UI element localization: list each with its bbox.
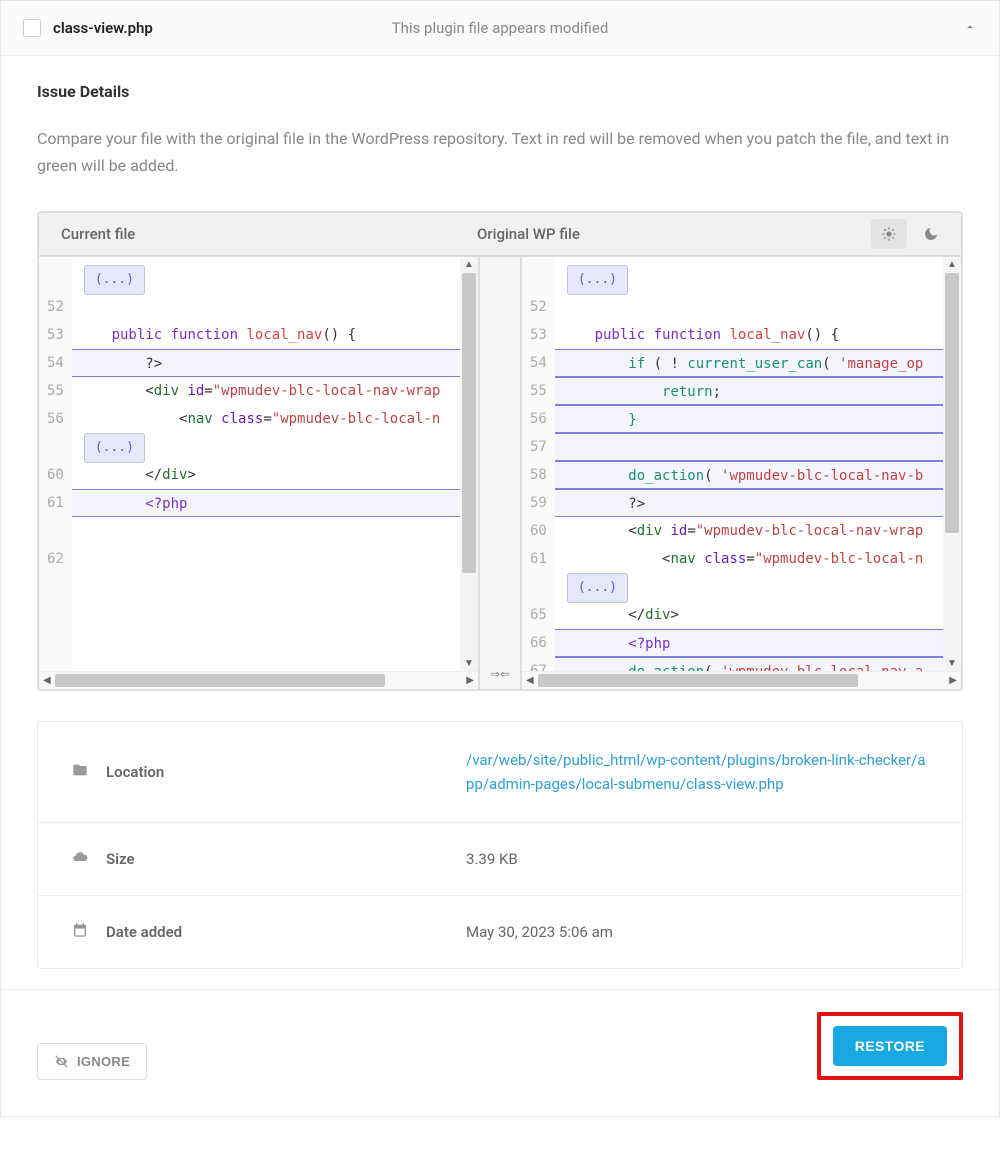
folder-icon: [72, 762, 88, 782]
code-line: if ( ! current_user_can( 'manage_op: [555, 349, 943, 377]
code-left[interactable]: (...) public function local_nav() { ?> <…: [72, 257, 460, 671]
restore-button[interactable]: RESTORE: [833, 1026, 947, 1066]
vscroll-left[interactable]: ▲ ▼: [460, 257, 478, 671]
diff-header: Current file Original WP file: [39, 213, 961, 257]
code-line: public function local_nav() {: [72, 321, 460, 349]
code-line: }: [555, 405, 943, 433]
code-fold[interactable]: (...): [84, 433, 145, 463]
code-line: (...): [555, 265, 943, 293]
code-line: ?>: [72, 349, 460, 377]
code-line: </div>: [72, 461, 460, 489]
meta-date-row: Date added May 30, 2023 5:06 am: [38, 896, 962, 968]
diff-right-label: Original WP file: [455, 225, 871, 243]
code-line: [72, 517, 460, 545]
code-line: public function local_nav() {: [555, 321, 943, 349]
code-line: <div id="wpmudev-blc-local-nav-wrap: [72, 377, 460, 405]
select-checkbox[interactable]: [23, 19, 41, 37]
code-right[interactable]: (...) public function local_nav() { if (…: [555, 257, 943, 671]
code-line: return;: [555, 377, 943, 405]
card-header[interactable]: class-view.php This plugin file appears …: [1, 1, 999, 56]
card-footer: IGNORE RESTORE: [1, 989, 999, 1116]
code-line: [555, 433, 943, 461]
code-line: </div>: [555, 601, 943, 629]
code-line: (...): [72, 265, 460, 293]
issue-card: class-view.php This plugin file appears …: [0, 0, 1000, 1117]
meta-date-label: Date added: [106, 923, 466, 941]
code-line: (...): [72, 433, 460, 461]
calendar-icon: [72, 922, 88, 942]
ignore-label: IGNORE: [77, 1054, 130, 1069]
code-line: <?php: [555, 629, 943, 657]
vscroll-right[interactable]: ▲ ▼: [943, 257, 961, 671]
meta-location-row: Location /var/web/site/public_html/wp-co…: [38, 722, 962, 823]
diff-viewer: Current file Original WP file 5253: [37, 211, 963, 691]
code-fold[interactable]: (...): [84, 265, 145, 295]
ignore-button[interactable]: IGNORE: [37, 1043, 147, 1080]
diff-left-pane: 5253545556606162 (...) public function l…: [39, 257, 480, 689]
hscroll-left[interactable]: ◀ ▶: [39, 671, 478, 689]
line-numbers-right: 5253545556575859606165666768: [522, 257, 555, 671]
code-line: <div id="wpmudev-blc-local-nav-wrap: [555, 517, 943, 545]
code-fold[interactable]: (...): [567, 573, 628, 603]
code-line: [555, 293, 943, 321]
collapse-toggle[interactable]: [963, 19, 977, 38]
code-fold[interactable]: (...): [567, 265, 628, 295]
code-line: <nav class="wpmudev-blc-local-n: [72, 405, 460, 433]
diff-right-pane: 5253545556575859606165666768 (...) publi…: [522, 257, 961, 689]
code-line: [72, 545, 460, 573]
sun-icon: [881, 226, 897, 242]
cloud-icon: [72, 849, 88, 869]
filename: class-view.php: [53, 19, 153, 37]
code-line: ?>: [555, 489, 943, 517]
restore-highlight: RESTORE: [817, 1012, 963, 1080]
issue-description: Compare your file with the original file…: [37, 125, 963, 179]
diff-gutter: ⇒⇐: [480, 257, 522, 689]
header-message: This plugin file appears modified: [392, 19, 609, 37]
diff-left-label: Current file: [39, 225, 455, 243]
hscroll-right[interactable]: ◀ ▶: [522, 671, 961, 689]
light-theme-toggle[interactable]: [871, 219, 907, 249]
code-line: <nav class="wpmudev-blc-local-n: [555, 545, 943, 573]
code-line: (...): [555, 573, 943, 601]
meta-date-value: May 30, 2023 5:06 am: [466, 923, 928, 941]
code-line: do_action( 'wpmudev-blc-local-nav-b: [555, 461, 943, 489]
line-numbers-left: 5253545556606162: [39, 257, 72, 671]
meta-size-label: Size: [106, 850, 466, 868]
issue-title: Issue Details: [37, 82, 963, 101]
code-line: [72, 293, 460, 321]
moon-icon: [923, 226, 939, 242]
eye-off-icon: [54, 1054, 69, 1069]
meta-location-link[interactable]: /var/web/site/public_html/wp-content/plu…: [466, 751, 925, 793]
chevron-up-icon: [963, 20, 977, 34]
code-line: do_action( 'wpmudev-blc-local-nav-a: [555, 657, 943, 671]
meta-location-label: Location: [106, 763, 466, 781]
code-line: <?php: [72, 489, 460, 517]
meta-size-value: 3.39 KB: [466, 850, 928, 868]
meta-size-row: Size 3.39 KB: [38, 823, 962, 896]
file-meta: Location /var/web/site/public_html/wp-co…: [37, 721, 963, 969]
dark-theme-toggle[interactable]: [913, 219, 949, 249]
